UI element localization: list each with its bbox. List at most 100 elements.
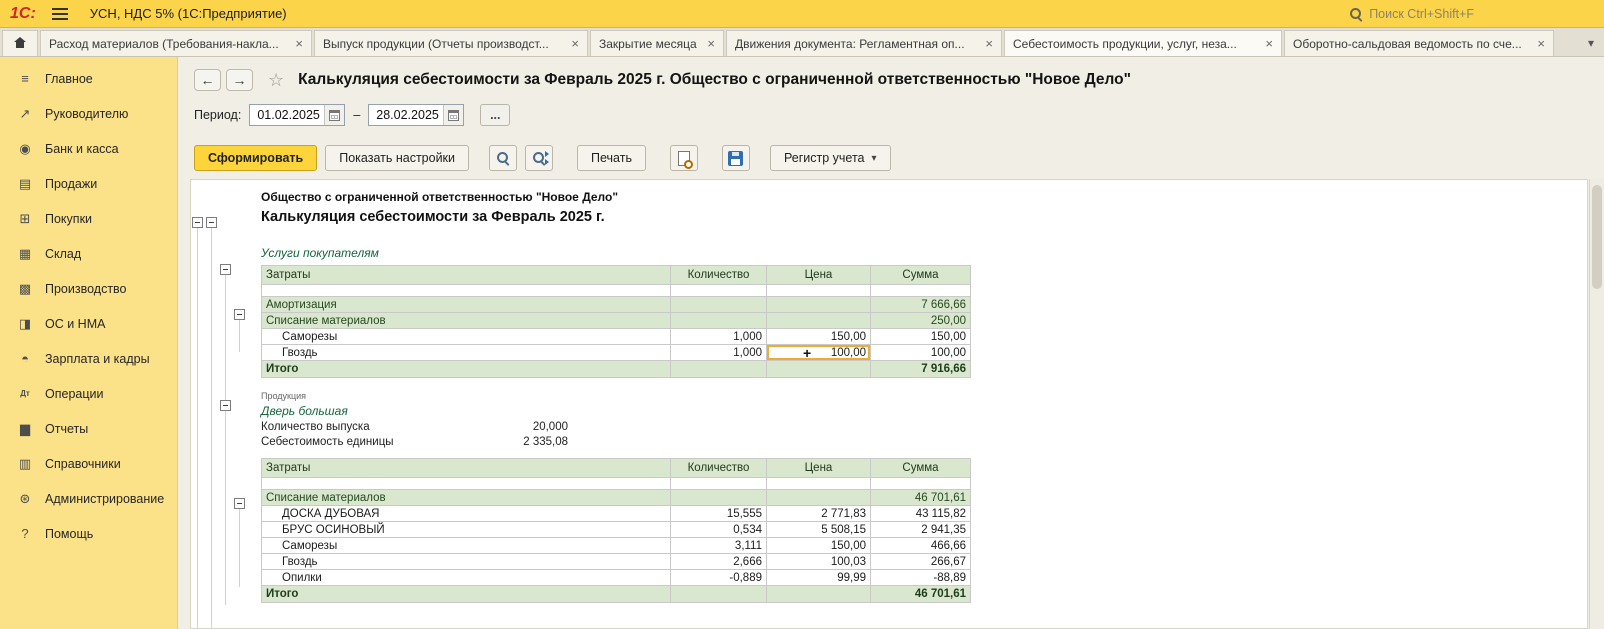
cell-price[interactable] xyxy=(767,478,871,490)
period-from-input[interactable]: 01.02.2025 xyxy=(249,104,345,126)
close-icon[interactable]: × xyxy=(1265,37,1273,50)
sidebar-item-sklad[interactable]: ▦Склад xyxy=(0,236,177,271)
calendar-button[interactable] xyxy=(324,105,344,125)
tab-rashod-materialov[interactable]: Расход материалов (Требования-накла... × xyxy=(40,30,312,56)
collapse-box[interactable] xyxy=(234,498,245,509)
sidebar-item-pomosch[interactable]: ?Помощь xyxy=(0,516,177,551)
selected-cell[interactable]: 100,00 + xyxy=(767,345,871,361)
find-next-button[interactable] xyxy=(525,145,553,171)
home-tab[interactable] xyxy=(2,30,38,56)
column-header[interactable]: Затраты xyxy=(262,266,671,285)
section-title-product[interactable]: Дверь большая xyxy=(261,404,1573,418)
cell-sum[interactable] xyxy=(871,478,971,490)
close-icon[interactable]: × xyxy=(707,37,715,50)
cell-price[interactable] xyxy=(767,297,871,313)
cell-price[interactable]: 2 771,83 xyxy=(767,506,871,522)
cell-qty[interactable] xyxy=(671,478,767,490)
cell-price[interactable]: 100,03 xyxy=(767,554,871,570)
cell-price[interactable]: 150,00 xyxy=(767,329,871,345)
cell-qty[interactable] xyxy=(671,586,767,603)
cell-name[interactable]: Итого xyxy=(262,361,671,378)
period-to-input[interactable]: 28.02.2025 xyxy=(368,104,464,126)
cell-qty[interactable]: -0,889 xyxy=(671,570,767,586)
collapse-box[interactable] xyxy=(206,217,217,228)
cell-name[interactable]: Саморезы xyxy=(262,538,671,554)
cell-price[interactable]: 99,99 xyxy=(767,570,871,586)
cell-name[interactable]: Списание материалов xyxy=(262,313,671,329)
sidebar-item-spravochniki[interactable]: ▥Справочники xyxy=(0,446,177,481)
section-title-services[interactable]: Услуги покупателям xyxy=(261,246,1573,260)
cell-qty[interactable] xyxy=(671,361,767,378)
sidebar-item-proizvodstvo[interactable]: ▩Производство xyxy=(0,271,177,306)
cell-name[interactable] xyxy=(262,285,671,297)
output-qty-value[interactable]: 20,000 xyxy=(441,421,568,433)
unit-cost-value[interactable]: 2 335,08 xyxy=(441,436,568,448)
close-icon[interactable]: × xyxy=(985,37,993,50)
cell-price[interactable] xyxy=(767,285,871,297)
collapse-box[interactable] xyxy=(192,217,203,228)
cell-sum[interactable]: 466,66 xyxy=(871,538,971,554)
cell-sum[interactable]: 7 916,66 xyxy=(871,361,971,378)
cell-qty[interactable] xyxy=(671,297,767,313)
cell-qty[interactable]: 2,666 xyxy=(671,554,767,570)
unit-cost-label[interactable]: Себестоимость единицы xyxy=(261,436,441,448)
back-button[interactable]: ← xyxy=(194,69,221,91)
period-to-value[interactable]: 28.02.2025 xyxy=(369,108,443,122)
sidebar-item-administrirovanie[interactable]: ⊛Администрирование xyxy=(0,481,177,516)
cell-sum[interactable]: 43 115,82 xyxy=(871,506,971,522)
cell-name[interactable]: ДОСКА ДУБОВАЯ xyxy=(262,506,671,522)
tab-oborotno-saldovaya[interactable]: Оборотно-сальдовая ведомость по сче... × xyxy=(1284,30,1554,56)
scrollbar-thumb[interactable] xyxy=(1592,185,1602,289)
cell-price[interactable] xyxy=(767,490,871,506)
cell-sum[interactable]: 2 941,35 xyxy=(871,522,971,538)
cell-name[interactable]: Списание материалов xyxy=(262,490,671,506)
column-header[interactable]: Цена xyxy=(767,266,871,285)
close-icon[interactable]: × xyxy=(1537,37,1545,50)
tab-zakrytie-mesyaca[interactable]: Закрытие месяца × xyxy=(590,30,724,56)
column-header[interactable]: Количество xyxy=(671,459,767,478)
cell-price[interactable] xyxy=(767,313,871,329)
cell-name[interactable]: Итого xyxy=(262,586,671,603)
cell-qty[interactable] xyxy=(671,490,767,506)
save-button[interactable] xyxy=(722,145,750,171)
cell-sum[interactable]: 100,00 xyxy=(871,345,971,361)
cell-name[interactable] xyxy=(262,478,671,490)
cell-name[interactable]: Саморезы xyxy=(262,329,671,345)
period-from-value[interactable]: 01.02.2025 xyxy=(250,108,324,122)
cell-price[interactable] xyxy=(767,361,871,378)
sidebar-item-zarplata-i-kadry[interactable]: ◓Зарплата и кадры xyxy=(0,341,177,376)
cell-name[interactable]: Гвоздь xyxy=(262,554,671,570)
cell-price[interactable]: 150,00 xyxy=(767,538,871,554)
sidebar-item-prodazhi[interactable]: ▤Продажи xyxy=(0,166,177,201)
find-button[interactable] xyxy=(489,145,517,171)
sidebar-item-operacii[interactable]: ДтОперации xyxy=(0,376,177,411)
cell-name[interactable]: Гвоздь xyxy=(262,345,671,361)
sidebar-item-pokupki[interactable]: ⊞Покупки xyxy=(0,201,177,236)
calendar-button[interactable] xyxy=(443,105,463,125)
period-more-button[interactable]: ... xyxy=(480,104,510,126)
cell-sum[interactable]: 150,00 xyxy=(871,329,971,345)
cell-name[interactable]: Амортизация xyxy=(262,297,671,313)
global-search[interactable]: Поиск Ctrl+Shift+F xyxy=(1349,7,1474,21)
forward-button[interactable]: → xyxy=(226,69,253,91)
cell-qty[interactable] xyxy=(671,313,767,329)
cell-sum[interactable]: 266,67 xyxy=(871,554,971,570)
sidebar-item-otchety[interactable]: ▆Отчеты xyxy=(0,411,177,446)
sidebar-item-os-i-nma[interactable]: ◨ОС и НМА xyxy=(0,306,177,341)
hamburger-menu-icon[interactable] xyxy=(52,8,68,20)
cell-name[interactable]: Опилки xyxy=(262,570,671,586)
cell-sum[interactable]: 7 666,66 xyxy=(871,297,971,313)
cell-sum[interactable]: 46 701,61 xyxy=(871,490,971,506)
collapse-box[interactable] xyxy=(234,309,245,320)
tab-vypusk-produkcii[interactable]: Выпуск продукции (Отчеты производст... × xyxy=(314,30,588,56)
cell-qty[interactable]: 0,534 xyxy=(671,522,767,538)
cell-price[interactable]: 5 508,15 xyxy=(767,522,871,538)
cell-qty[interactable]: 1,000 xyxy=(671,345,767,361)
column-header[interactable]: Сумма xyxy=(871,459,971,478)
collapse-box[interactable] xyxy=(220,264,231,275)
cell-qty[interactable]: 3,111 xyxy=(671,538,767,554)
vertical-scrollbar[interactable] xyxy=(1589,179,1604,629)
cell-name[interactable]: БРУС ОСИНОВЫЙ xyxy=(262,522,671,538)
print-preview-button[interactable] xyxy=(670,145,698,171)
cell-qty[interactable] xyxy=(671,285,767,297)
